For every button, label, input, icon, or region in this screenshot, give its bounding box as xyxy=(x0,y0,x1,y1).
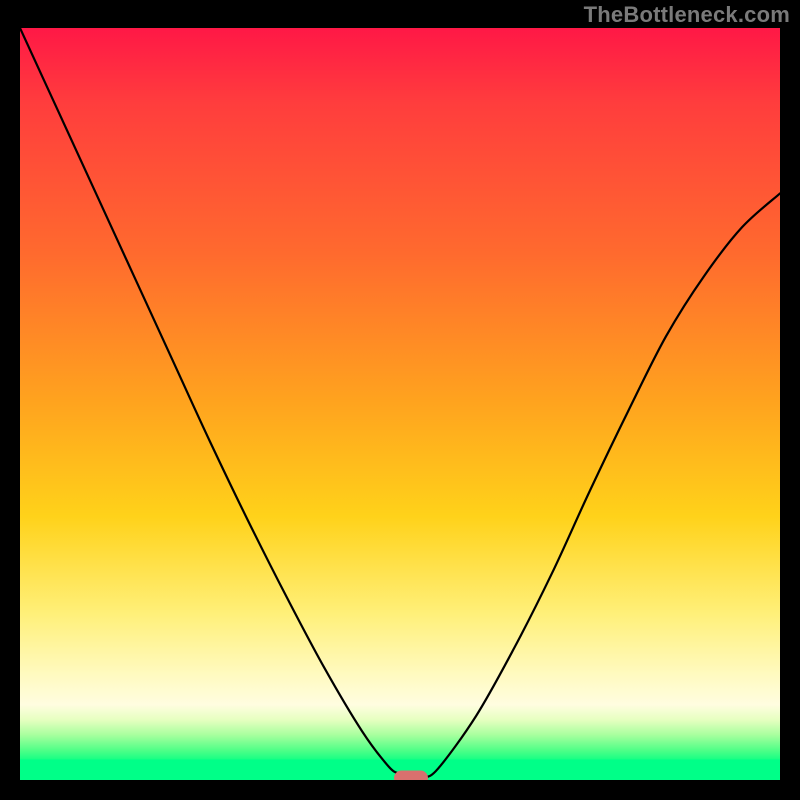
plot-area xyxy=(20,28,780,780)
optimal-point-marker xyxy=(394,770,428,780)
bottleneck-curve xyxy=(20,28,780,780)
chart-frame: TheBottleneck.com xyxy=(0,0,800,800)
watermark-text: TheBottleneck.com xyxy=(584,2,790,28)
